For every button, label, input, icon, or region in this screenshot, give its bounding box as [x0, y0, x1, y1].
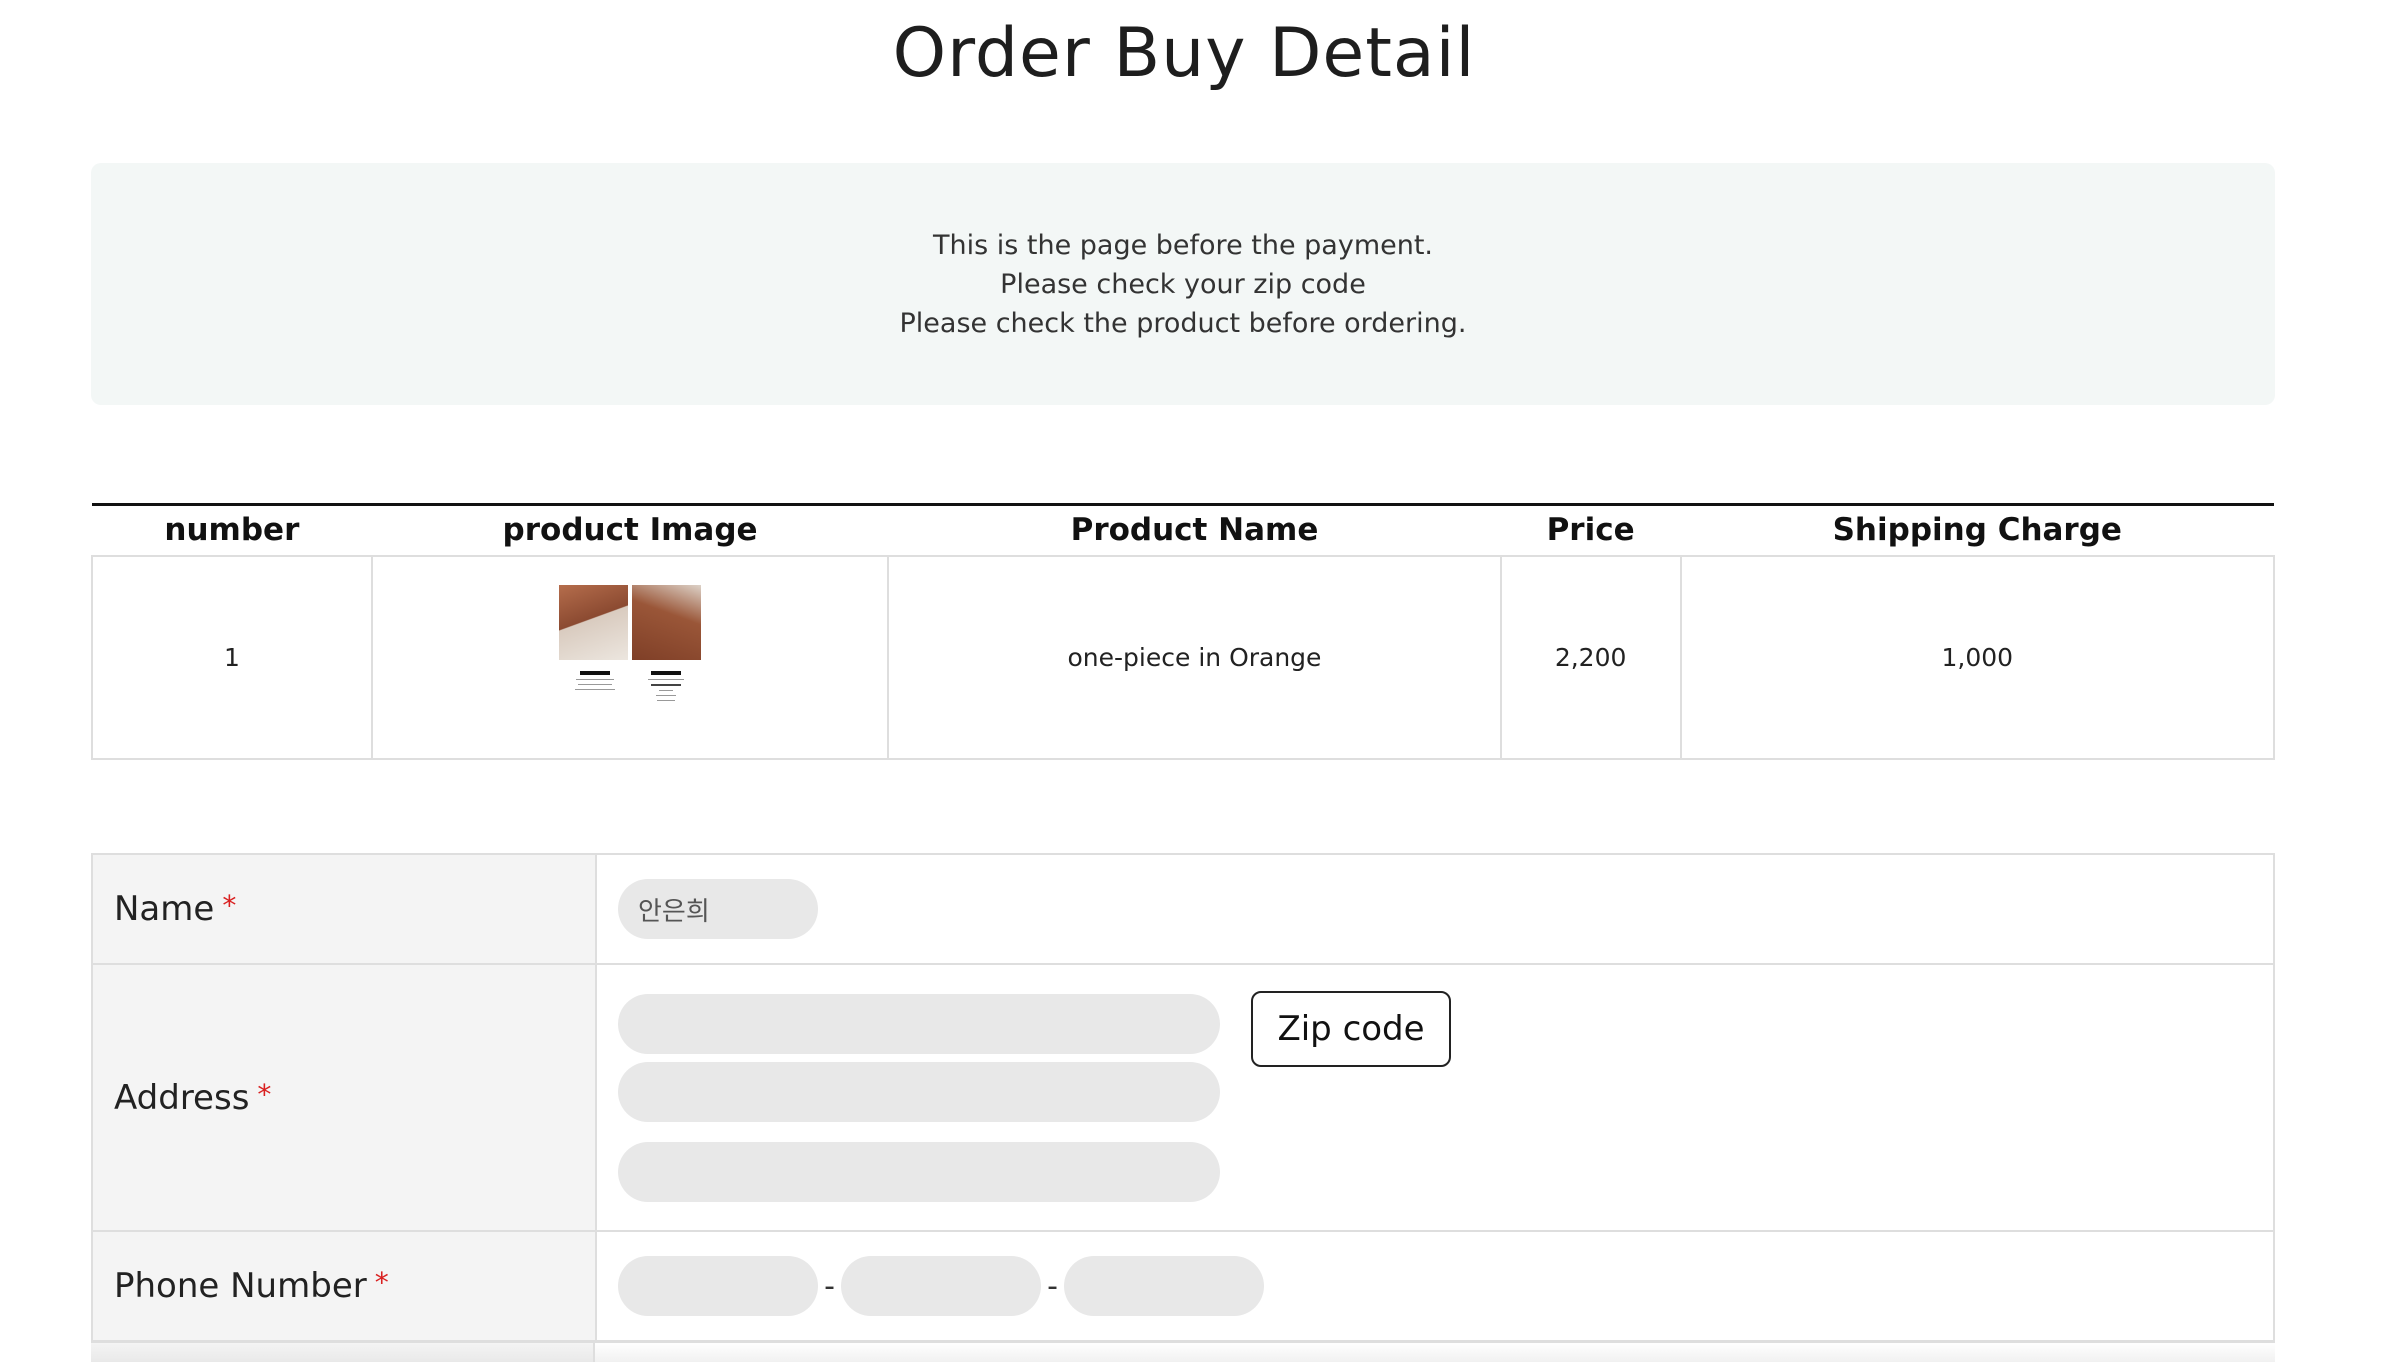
header-product-name: Product Name [1070, 512, 1319, 549]
notice-line: This is the page before the payment. [932, 229, 1434, 261]
required-mark: * [374, 1266, 389, 1299]
form-row-next-partial [91, 1341, 2275, 1362]
notice-line: Please check your zip code [1000, 268, 1366, 300]
address-field[interactable] [618, 1061, 1220, 1122]
notice-line: Please check the product before ordering… [899, 307, 1467, 339]
header-product-image: product Image [502, 512, 758, 549]
address-label: Address * [91, 963, 597, 1232]
product-table-header: number product Image Product Name Price … [92, 504, 2274, 556]
phone-part3-field[interactable] [1064, 1256, 1264, 1316]
phone-part1-field[interactable] [618, 1256, 818, 1316]
header-price: Price [1546, 512, 1635, 549]
phone-label: Phone Number * [91, 1230, 597, 1342]
order-form: Name* Address* Zip code Phone Number* [91, 853, 2275, 1342]
order-buy-detail-page: Order Buy Detail This is the page before… [0, 0, 2384, 1362]
form-row-name: Name * [91, 853, 2275, 965]
cell-shipping-charge: 1,000 [1679, 554, 2276, 760]
required-mark: * [222, 889, 237, 922]
header-shipping-charge: Shipping Charge [1832, 512, 2122, 549]
notice-box: This is the page before the payment. Ple… [91, 163, 2275, 405]
cell-price: 2,200 [1499, 554, 1682, 760]
cell-number: 1 [91, 554, 373, 760]
zip-code-button[interactable]: Zip code [1251, 991, 1451, 1067]
header-number: number [164, 512, 300, 549]
required-mark: * [257, 1077, 272, 1111]
page-title: Order Buy Detail [892, 14, 1476, 93]
form-row-address: Address * Zip code [91, 963, 2275, 1232]
address-detail-field[interactable] [618, 1141, 1220, 1202]
zip-code-field[interactable] [618, 993, 1220, 1054]
phone-inputs: - - [618, 1256, 2273, 1316]
cell-product-image [370, 554, 890, 760]
table-row: 1 one-piece in Orange 2,200 1,000 [91, 554, 2276, 760]
name-field[interactable] [618, 879, 818, 939]
phone-part2-field[interactable] [841, 1256, 1041, 1316]
name-label: Name * [91, 853, 597, 965]
phone-separator: - [1047, 1268, 1058, 1304]
product-thumbnail-image[interactable] [559, 585, 702, 723]
form-row-phone: Phone Number * - - [91, 1230, 2275, 1342]
product-table: number product Image Product Name Price … [91, 503, 2276, 760]
cell-product-name: one-piece in Orange [887, 554, 1502, 760]
phone-separator: - [824, 1268, 835, 1304]
